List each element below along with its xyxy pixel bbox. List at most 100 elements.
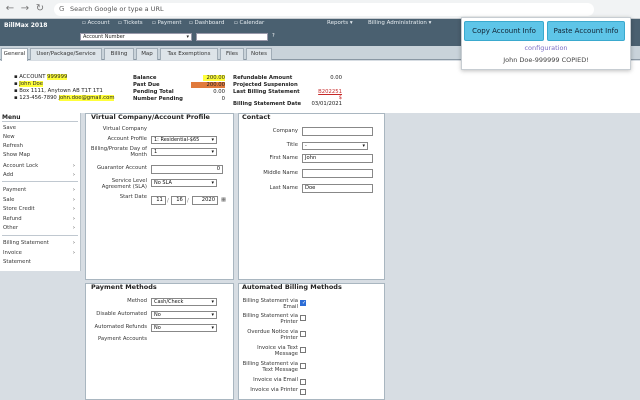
balance-label: Balance — [133, 75, 157, 81]
sla-label: Service Level Agreement (SLA) — [101, 178, 147, 191]
start-day-input[interactable]: 16 — [171, 196, 186, 205]
account-search-select[interactable]: Account Number ▾ — [80, 33, 192, 41]
omnibox[interactable]: G Search Google or type a URL — [54, 3, 594, 16]
menu-payment-label: Payment — [3, 187, 27, 193]
title-label: Title — [286, 142, 298, 148]
auto-billing-checkbox[interactable] — [300, 389, 306, 395]
nav-reports[interactable]: Reports ▾ — [327, 20, 353, 26]
menu-new[interactable]: New — [3, 134, 77, 140]
last-name-input[interactable]: Doe — [302, 184, 373, 193]
title-select[interactable]: - ▾ — [302, 142, 368, 150]
auto-billing-checkbox[interactable] — [300, 315, 306, 321]
automated-refunds-select[interactable]: No ▾ — [151, 324, 217, 332]
chevron-down-icon: ▾ — [211, 180, 214, 186]
auto-billing-checkbox[interactable] — [300, 379, 306, 385]
guarantor-input[interactable]: 0 — [151, 165, 223, 174]
nav-tickets[interactable]: ▫ Tickets — [118, 20, 143, 26]
auto-billing-checkbox[interactable] — [300, 331, 306, 337]
auto-billing-label: Invoice via Printer — [250, 387, 298, 393]
menu-sale[interactable]: Sale › — [3, 197, 77, 203]
menu-other[interactable]: Other › — [3, 225, 77, 231]
tab-files[interactable]: Files — [220, 48, 244, 60]
nav-billing-admin[interactable]: Billing Administration ▾ — [368, 20, 431, 26]
tab-tax-exemptions[interactable]: Tax Exemptions — [160, 48, 218, 60]
nav-calendar[interactable]: ▫ Calendar — [234, 20, 264, 26]
chevron-right-icon: › — [72, 250, 75, 256]
middle-name-input[interactable] — [302, 169, 373, 178]
method-value: Cash/Check — [154, 299, 184, 305]
summary-name: ▪ John Doe — [14, 81, 44, 87]
nav-account[interactable]: ▫ Account — [82, 20, 110, 26]
account-profile-select[interactable]: 1: Residential-$65 ▾ — [151, 136, 217, 144]
forward-icon[interactable]: → — [19, 3, 31, 15]
menu-account-lock-label: Account Lock — [3, 163, 39, 169]
prorate-day-select[interactable]: 1 ▾ — [151, 148, 217, 156]
menu-add[interactable]: Add › — [3, 172, 77, 178]
refundable-label: Refundable Amount — [233, 75, 293, 81]
menu-account-lock[interactable]: Account Lock › — [3, 163, 77, 169]
tab-notes[interactable]: Notes — [246, 48, 272, 60]
date-separator: / — [167, 198, 169, 204]
company-input[interactable] — [302, 127, 373, 136]
tab-general[interactable]: General — [1, 48, 28, 61]
account-search-input[interactable] — [196, 33, 268, 41]
disable-automated-label: Disable Automated — [96, 311, 147, 317]
prorate-day-label: Billing/Prorate Day of Month — [90, 146, 147, 159]
chevron-down-icon: ▾ — [211, 299, 214, 305]
payment-accounts-label: Payment Accounts — [97, 336, 147, 342]
past-due-value: 200.00 — [191, 82, 225, 88]
help-link[interactable]: ? — [272, 33, 275, 39]
chevron-right-icon: › — [72, 216, 75, 222]
reload-icon[interactable]: ↻ — [34, 3, 46, 15]
nav-dashboard[interactable]: ▫ Dashboard — [189, 20, 224, 26]
menu-billing-statement[interactable]: Billing Statement › — [3, 240, 77, 246]
calendar-icon[interactable]: ▦ — [221, 197, 226, 203]
copy-account-button[interactable]: Copy Account Info — [464, 21, 544, 41]
chevron-right-icon: › — [72, 206, 75, 212]
menu-divider — [2, 181, 78, 182]
automated-refunds-value: No — [154, 325, 161, 331]
contact-title: Contact — [242, 113, 271, 121]
disable-automated-value: No — [154, 312, 161, 318]
configuration-link[interactable]: configuration — [461, 44, 631, 52]
method-select[interactable]: Cash/Check ▾ — [151, 298, 217, 306]
guarantor-label: Guarantor Account — [96, 165, 147, 171]
menu-divider — [2, 235, 78, 236]
menu-invoice[interactable]: Invoice › — [3, 250, 77, 256]
auto-billing-checkbox[interactable] — [300, 347, 306, 353]
account-search-select-value: Account Number — [83, 34, 125, 40]
number-pending-label: Number Pending — [133, 96, 183, 102]
nav-payment[interactable]: ▫ Payment — [152, 20, 182, 26]
tab-map[interactable]: Map — [136, 48, 158, 60]
first-name-input[interactable]: John — [302, 154, 373, 163]
menu-refresh[interactable]: Refresh — [3, 143, 77, 149]
menu-store-credit[interactable]: Store Credit › — [3, 206, 77, 212]
virtual-company-label: Virtual Company — [102, 126, 147, 132]
back-icon[interactable]: ← — [4, 3, 16, 15]
tab-user-package-service[interactable]: User/Package/Service — [30, 48, 102, 60]
auto-billing-checkbox[interactable] — [300, 300, 306, 306]
menu-statement[interactable]: Statement — [3, 259, 77, 265]
chevron-right-icon: › — [72, 225, 75, 231]
paste-account-button[interactable]: Paste Account Info — [547, 21, 625, 41]
contact-panel — [238, 113, 385, 280]
menu-refund[interactable]: Refund › — [3, 216, 77, 222]
google-icon: G — [59, 5, 65, 13]
account-profile-label: Account Profile — [107, 136, 147, 142]
auto-billing-checkbox[interactable] — [300, 363, 306, 369]
menu-save[interactable]: Save — [3, 125, 77, 131]
copied-status: John Doe-999999 COPIED! — [503, 56, 589, 64]
auto-billing-label: Invoice via Text Message — [257, 345, 298, 358]
disable-automated-select[interactable]: No ▾ — [151, 311, 217, 319]
start-year-input[interactable]: 2020 — [192, 196, 218, 205]
sla-select[interactable]: No SLA ▾ — [151, 179, 217, 187]
company-label: Company — [272, 128, 298, 134]
start-month-input[interactable]: 11 — [151, 196, 166, 205]
menu-show-map[interactable]: Show Map — [3, 152, 77, 158]
menu-billing-statement-label: Billing Statement — [3, 240, 49, 246]
tab-billing[interactable]: Billing — [104, 48, 134, 60]
menu-payment[interactable]: Payment › — [3, 187, 77, 193]
chevron-right-icon: › — [72, 197, 75, 203]
start-date-label: Start Date — [119, 194, 147, 200]
pending-total-label: Pending Total — [133, 89, 174, 95]
